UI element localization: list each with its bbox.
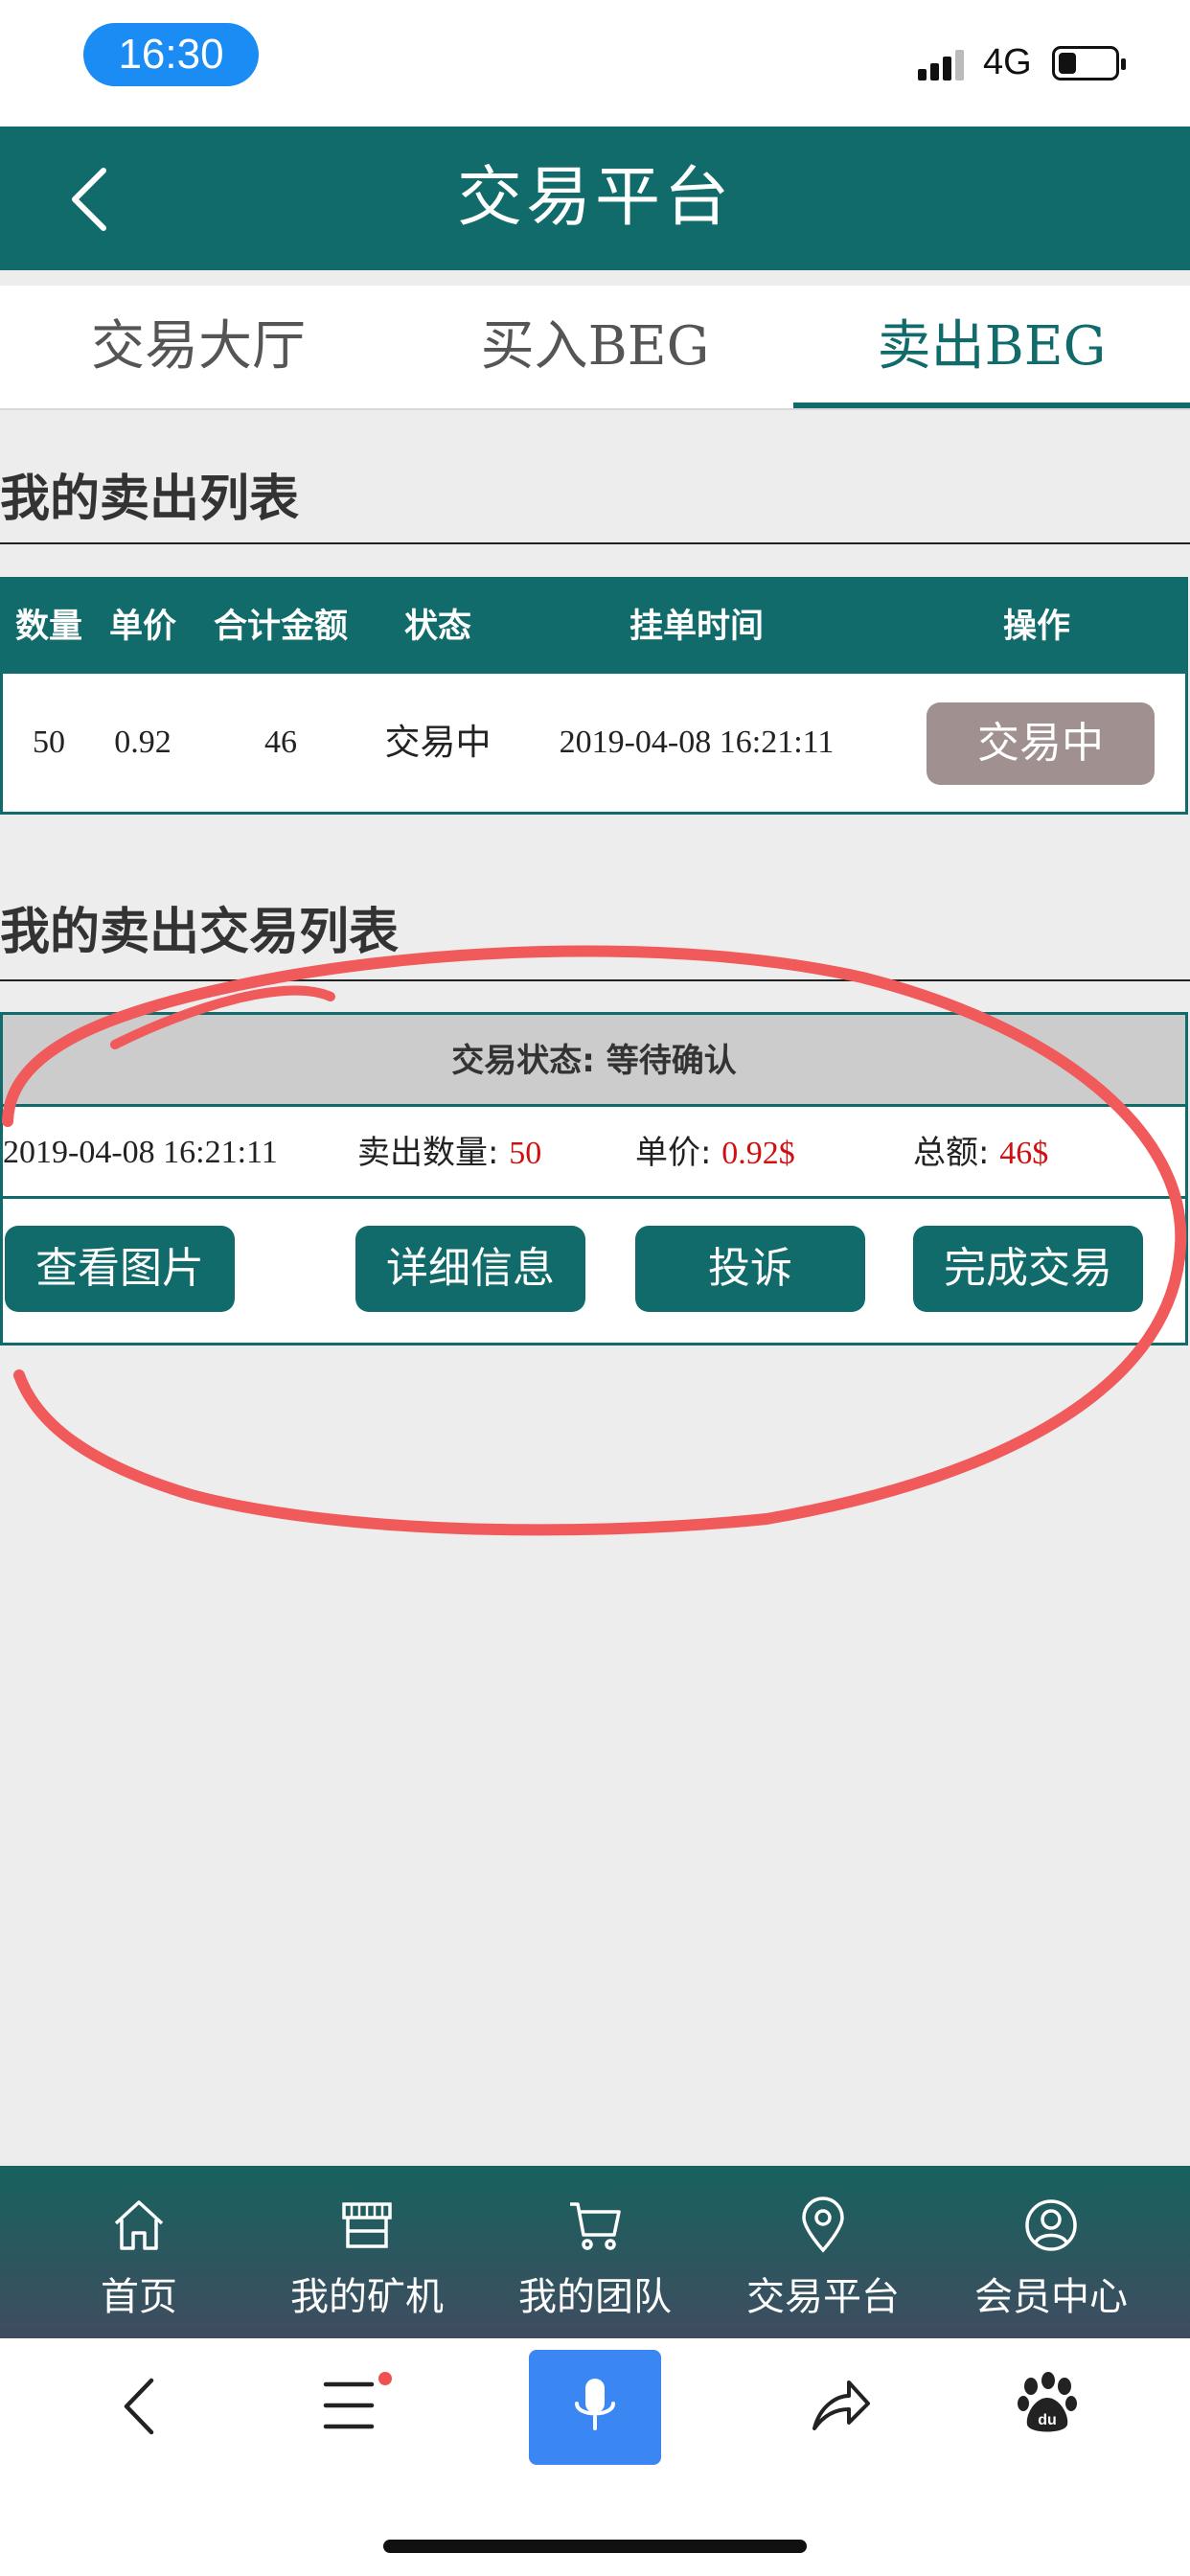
location-pin-icon — [802, 2196, 844, 2253]
column-header: 挂单时间 — [629, 608, 764, 646]
tab-trade-hall[interactable]: 交易大厅 — [0, 286, 397, 410]
cell-unit-price: 0.92 — [114, 724, 172, 760]
column-header: 状态 — [403, 608, 471, 646]
tab-bar: 交易大厅 买入BEG 卖出BEG — [0, 286, 1190, 410]
nav-header: 交易平台 — [0, 126, 1190, 270]
microphone-icon — [575, 2379, 615, 2430]
nav-label: 我的团队 — [518, 2275, 672, 2319]
column-header: 合计金额 — [213, 608, 348, 646]
nav-item-member-center[interactable]: 会员中心 — [937, 2166, 1165, 2338]
total-value: 46$ — [999, 1136, 1049, 1171]
signal-icon — [918, 48, 970, 80]
network-type: 4G — [983, 42, 1032, 82]
trade-total: 总额: 46$ — [913, 1107, 1048, 1199]
cell-status: 交易中 — [384, 722, 492, 763]
nav-item-my-miners[interactable]: 我的矿机 — [253, 2166, 481, 2338]
status-time: 16:30 — [83, 23, 259, 86]
trade-unit-price: 单价: 0.92$ — [635, 1107, 795, 1199]
nav-item-home[interactable]: 首页 — [25, 2166, 253, 2338]
chevron-left-icon — [72, 168, 106, 231]
share-icon[interactable] — [807, 2373, 874, 2440]
nav-label: 会员中心 — [974, 2275, 1128, 2319]
nav-item-my-team[interactable]: 我的团队 — [481, 2166, 709, 2338]
nav-label: 我的矿机 — [290, 2275, 444, 2319]
back-icon[interactable] — [115, 2373, 163, 2440]
view-image-button[interactable]: 查看图片 — [5, 1226, 235, 1312]
cell-action: 交易中 — [888, 674, 1185, 812]
complete-trade-button[interactable]: 完成交易 — [913, 1226, 1143, 1312]
cell-quantity: 50 — [33, 724, 65, 760]
quantity-value: 50 — [509, 1136, 542, 1171]
price-label: 单价: — [635, 1134, 722, 1172]
nav-label: 交易平台 — [746, 2275, 900, 2319]
home-indicator — [383, 2540, 807, 2553]
trade-list-title: 我的卖出交易列表 — [0, 891, 1190, 981]
tab-sell-beg[interactable]: 卖出BEG — [793, 286, 1190, 410]
sell-list-table: 数量 单价 合计金额 状态 挂单时间 操作 50 0.92 46 交易中 201… — [0, 577, 1188, 815]
cell-total: 46 — [264, 724, 297, 760]
browser-toolbar: du — [0, 2338, 1190, 2576]
nav-label: 首页 — [101, 2275, 177, 2319]
menu-icon[interactable] — [322, 2371, 399, 2438]
total-label: 总额: — [913, 1134, 1000, 1172]
column-header: 操作 — [1002, 608, 1070, 646]
page-title: 交易平台 — [456, 160, 733, 236]
cart-icon — [570, 2202, 621, 2250]
column-header: 单价 — [108, 608, 176, 646]
trade-time: 2019-04-08 16:21:11 — [3, 1135, 278, 1170]
battery-icon — [1052, 46, 1126, 80]
price-value: 0.92$ — [721, 1136, 795, 1171]
trade-status: 交易状态: 等待确认 — [3, 1015, 1185, 1107]
home-icon — [114, 2200, 164, 2250]
bottom-nav: 首页 我的矿机 我的团队 交易平台 会员中心 — [0, 2166, 1190, 2338]
nav-item-trade-platform[interactable]: 交易平台 — [709, 2166, 937, 2338]
table-header: 数量 单价 合计金额 状态 挂单时间 操作 — [3, 580, 1185, 674]
tab-buy-beg[interactable]: 买入BEG — [397, 286, 793, 410]
sell-list-title: 我的卖出列表 — [0, 458, 1190, 544]
column-header: 数量 — [14, 608, 82, 646]
status-bar: 16:30 4G — [0, 0, 1190, 126]
complaint-button[interactable]: 投诉 — [635, 1226, 865, 1312]
trade-quantity: 卖出数量: 50 — [357, 1107, 541, 1199]
active-tab-indicator — [793, 402, 1190, 408]
details-button[interactable]: 详细信息 — [355, 1226, 585, 1312]
table-row: 50 0.92 46 交易中 2019-04-08 16:21:11 交易中 — [3, 674, 1185, 812]
back-button[interactable] — [59, 165, 126, 232]
trade-card: 交易状态: 等待确认 2019-04-08 16:21:11 卖出数量: 50 … — [0, 1012, 1188, 1346]
svg-text:du: du — [1038, 2412, 1057, 2428]
cell-listing-time: 2019-04-08 16:21:11 — [559, 724, 835, 760]
quantity-label: 卖出数量: — [357, 1134, 510, 1172]
user-icon — [1025, 2199, 1077, 2251]
voice-search-button[interactable] — [529, 2350, 661, 2465]
baidu-paw-icon[interactable]: du — [1014, 2371, 1081, 2438]
store-icon — [342, 2202, 392, 2248]
trade-info-row: 2019-04-08 16:21:11 卖出数量: 50 单价: 0.92$ 总… — [3, 1107, 1185, 1199]
trade-actions: 查看图片 详细信息 投诉 完成交易 — [3, 1199, 1185, 1343]
trading-status-button[interactable]: 交易中 — [927, 702, 1155, 785]
